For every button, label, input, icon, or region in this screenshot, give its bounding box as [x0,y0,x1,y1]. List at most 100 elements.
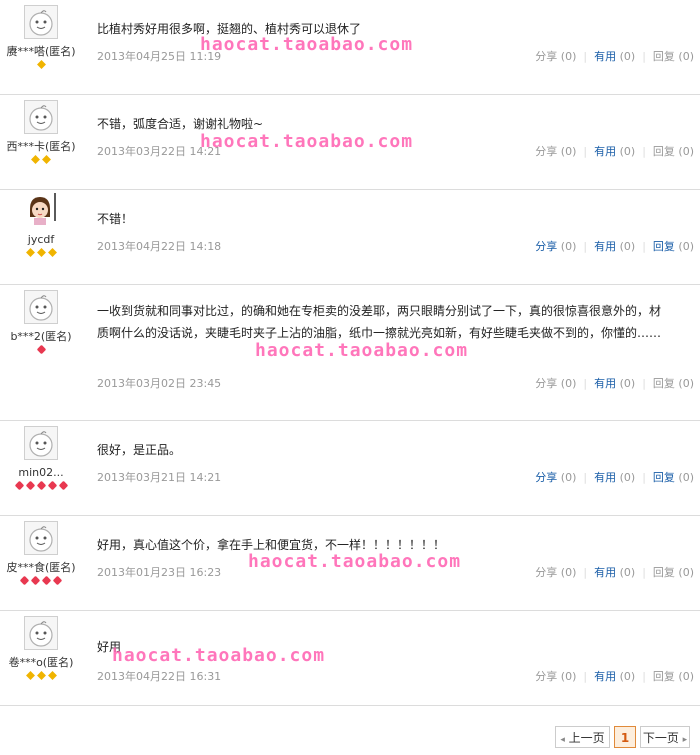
reviewer-level-badges [0,480,82,492]
reviewer-info: 赓***嗒(匿名) [0,5,82,71]
reply-button[interactable]: 回复 (0) [653,145,694,158]
review-date: 2013年03月21日 14:21 [97,471,222,484]
useful-button[interactable]: 有用 (0) [594,145,635,158]
useful-button[interactable]: 有用 (0) [594,50,635,63]
gold-diamond-badge-icon [36,671,46,680]
red-heart-badge-icon [14,480,24,491]
useful-button[interactable]: 有用 (0) [594,240,635,253]
next-page-button[interactable]: 下一页 ▸ [640,726,690,748]
default-avatar-icon [29,621,53,647]
reply-button[interactable]: 回复 (0) [653,50,694,63]
share-button[interactable]: 分享 (0) [535,377,576,390]
reviewer-level-badges [0,248,82,259]
avatar[interactable] [24,521,58,555]
avatar[interactable] [24,616,58,650]
watermark-text: haocat.taoabao.com [112,645,326,666]
reviewer-name[interactable]: min02... [0,466,82,479]
useful-button[interactable]: 有用 (0) [594,566,635,579]
reviewer-info: 皮***食(匿名) [0,521,82,587]
gold-diamond-badge-icon [36,60,46,69]
watermark-text: haocat.taoabao.com [200,131,414,152]
reviewer-level-badges [0,344,82,356]
avatar[interactable] [24,290,58,324]
useful-button[interactable]: 有用 (0) [594,377,635,390]
review-actions: 分享 (0) | 有用 (0) | 回复 (0) [535,145,694,158]
avatar[interactable] [24,100,58,134]
avatar[interactable] [24,426,58,460]
reviewer-name[interactable]: b***2(匿名) [0,330,82,343]
review-date: 2013年04月22日 16:31 [97,670,222,683]
review-actions: 分享 (0) | 有用 (0) | 回复 (0) [535,240,694,253]
share-button[interactable]: 分享 (0) [535,50,576,63]
red-heart-badge-icon [36,480,46,491]
share-button[interactable]: 分享 (0) [535,670,576,683]
reviewer-name[interactable]: 卷***o(匿名) [0,656,82,669]
review-date: 2013年03月02日 23:45 [97,377,222,390]
useful-button[interactable]: 有用 (0) [594,471,635,484]
reviewer-name[interactable]: 西***卡(匿名) [0,140,82,153]
reviewer-level-badges [0,671,82,682]
review-date: 2013年04月22日 14:18 [97,240,222,253]
red-heart-badge-icon [58,480,68,491]
gold-diamond-badge-icon [36,248,46,257]
useful-button[interactable]: 有用 (0) [594,670,635,683]
chevron-left-icon: ◂ [560,735,565,745]
gold-diamond-badge-icon [31,155,40,164]
gold-diamond-badge-icon [25,671,35,680]
share-button[interactable]: 分享 (0) [535,471,576,484]
review-actions: 分享 (0) | 有用 (0) | 回复 (0) [535,50,694,63]
review-actions: 分享 (0) | 有用 (0) | 回复 (0) [535,471,694,484]
review-content: 一收到货就和同事对比过，的确和她在专柜卖的没差耶，两只眼睛分别试了一下，真的很惊… [97,304,662,340]
default-avatar-icon [29,431,53,457]
reviewer-info: 卷***o(匿名) [0,616,82,682]
avatar[interactable] [24,5,58,39]
review-item: 卷***o(匿名) 好用 2013年04月22日 16:31 分享 (0) | 有用… [0,611,700,706]
gold-diamond-badge-icon [47,248,57,257]
share-button[interactable]: 分享 (0) [535,145,576,158]
red-heart-badge-icon [47,480,57,491]
reviewer-name[interactable]: 皮***食(匿名) [0,561,82,574]
reviewer-name[interactable]: 赓***嗒(匿名) [0,45,82,58]
share-button[interactable]: 分享 (0) [535,240,576,253]
reviewer-level-badges [0,60,82,71]
watermark-text: haocat.taoabao.com [255,340,469,361]
user-photo-avatar [24,193,56,225]
review-content: 不错！ [97,212,134,226]
reply-button[interactable]: 回复 (0) [653,240,694,253]
reviewer-info: min02... [0,426,82,492]
red-heart-badge-icon [41,575,52,586]
reviewer-level-badges [0,155,82,166]
default-avatar-icon [29,105,53,131]
reviewer-info: jycdf [0,193,82,259]
review-actions: 分享 (0) | 有用 (0) | 回复 (0) [535,566,694,579]
red-heart-badge-icon [19,575,30,586]
review-date: 2013年01月23日 16:23 [97,566,222,579]
review-actions: 分享 (0) | 有用 (0) | 回复 (0) [535,377,694,390]
reply-button[interactable]: 回复 (0) [653,670,694,683]
default-avatar-icon [29,295,53,321]
default-avatar-icon [29,526,53,552]
reply-button[interactable]: 回复 (0) [653,377,694,390]
avatar[interactable] [24,193,58,227]
reply-button[interactable]: 回复 (0) [653,471,694,484]
pagination: ◂ 上一页 1 下一页 ▸ [555,726,690,750]
review-actions: 分享 (0) | 有用 (0) | 回复 (0) [535,670,694,683]
chevron-right-icon: ▸ [682,735,688,745]
review-item: jycdf 不错！ 2013年04月22日 14:18 分享 (0) | 有用 (0… [0,190,700,285]
reviewer-info: 西***卡(匿名) [0,100,82,166]
gold-diamond-badge-icon [47,671,57,680]
gold-diamond-badge-icon [42,155,51,164]
red-heart-badge-icon [30,575,41,586]
watermark-text: haocat.taoabao.com [248,551,462,572]
review-item: min02... 很好，是正品。 2013年03月21日 14:21 分享 (0… [0,421,700,516]
reviewer-name[interactable]: jycdf [0,233,82,246]
reviewer-level-badges [0,575,82,587]
review-content: 很好，是正品。 [97,443,182,457]
red-heart-badge-icon [52,575,63,586]
red-heart-badge-icon [36,344,46,355]
prev-page-button[interactable]: ◂ 上一页 [555,726,610,748]
reply-button[interactable]: 回复 (0) [653,566,694,579]
current-page-button[interactable]: 1 [614,726,636,748]
share-button[interactable]: 分享 (0) [535,566,576,579]
default-avatar-icon [29,10,53,36]
